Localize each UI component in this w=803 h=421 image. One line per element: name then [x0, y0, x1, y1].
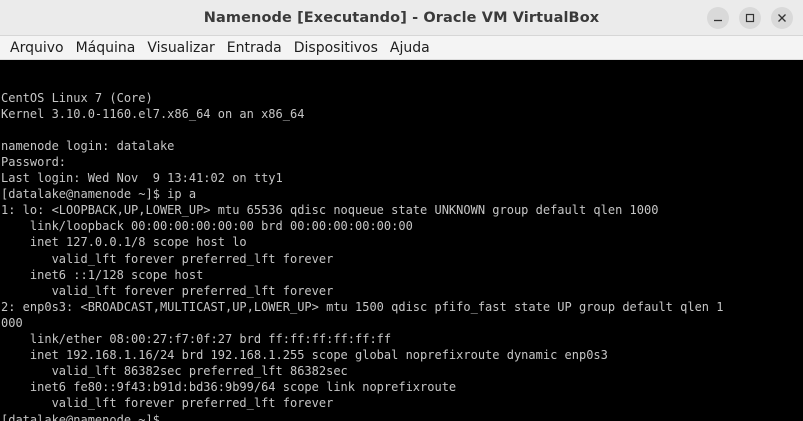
console-line: inet6 ::1/128 scope host [1, 267, 204, 282]
minimize-icon [714, 19, 722, 22]
vm-console[interactable]: CentOS Linux 7 (Core) Kernel 3.10.0-1160… [0, 61, 803, 421]
console-line: Password: [1, 155, 67, 170]
minimize-button[interactable] [707, 7, 729, 29]
console-line: namenode login: datalake [1, 139, 175, 154]
close-icon [778, 14, 786, 22]
console-line: Last login: Wed Nov 9 13:41:02 on tty1 [1, 171, 283, 186]
console-line: CentOS Linux 7 (Core) [1, 91, 153, 106]
menu-dispositivos[interactable]: Dispositivos [288, 36, 384, 60]
console-line: valid_lft forever preferred_lft forever [1, 283, 334, 298]
console-line: valid_lft forever preferred_lft forever [1, 251, 334, 266]
menu-bar: Arquivo Máquina Visualizar Entrada Dispo… [0, 36, 803, 60]
close-button[interactable] [771, 7, 793, 29]
console-prompt: [datalake@namenode ~]$ [1, 412, 168, 421]
console-line: valid_lft 86382sec preferred_lft 86382se… [1, 363, 348, 378]
console-line: 2: enp0s3: <BROADCAST,MULTICAST,UP,LOWER… [1, 299, 724, 314]
console-line: valid_lft forever preferred_lft forever [1, 395, 334, 410]
title-bar[interactable]: Namenode [Executando] - Oracle VM Virtua… [0, 0, 803, 36]
text-cursor [167, 411, 174, 421]
menu-visualizar[interactable]: Visualizar [141, 36, 220, 60]
console-line: inet 127.0.0.1/8 scope host lo [1, 235, 247, 250]
window-controls [707, 7, 793, 29]
console-line: 1: lo: <LOOPBACK,UP,LOWER_UP> mtu 65536 … [1, 203, 659, 218]
menu-maquina[interactable]: Máquina [70, 36, 142, 60]
menu-entrada[interactable]: Entrada [221, 36, 288, 60]
maximize-button[interactable] [739, 7, 761, 29]
menu-arquivo[interactable]: Arquivo [4, 36, 70, 60]
virtualbox-window: Namenode [Executando] - Oracle VM Virtua… [0, 0, 803, 421]
console-line: Kernel 3.10.0-1160.el7.x86_64 on an x86_… [1, 107, 305, 122]
console-line: inet6 fe80::9f43:b91d:bd36:9b99/64 scope… [1, 379, 457, 394]
menu-ajuda[interactable]: Ajuda [384, 36, 436, 60]
window-title: Namenode [Executando] - Oracle VM Virtua… [203, 9, 600, 26]
console-line: link/loopback 00:00:00:00:00:00 brd 00:0… [1, 219, 413, 234]
console-line: [datalake@namenode ~]$ ip a [1, 187, 197, 202]
console-line: inet 192.168.1.16/24 brd 192.168.1.255 s… [1, 347, 608, 362]
console-output: CentOS Linux 7 (Core) Kernel 3.10.0-1160… [0, 61, 803, 421]
console-line: 000 [1, 315, 23, 330]
console-line: link/ether 08:00:27:f7:0f:27 brd ff:ff:f… [1, 331, 392, 346]
maximize-icon [745, 13, 755, 23]
